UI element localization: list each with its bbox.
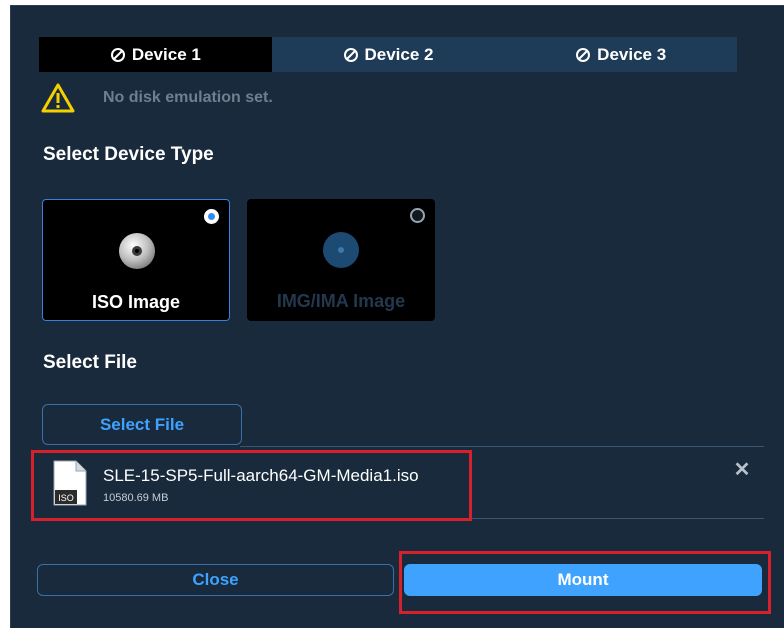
disk-icon (323, 232, 359, 268)
device-type-iso-image[interactable]: ISO Image (42, 199, 230, 321)
cd-disc-icon (119, 233, 155, 269)
radio-unselected[interactable] (410, 208, 425, 223)
prohibited-icon (576, 47, 591, 62)
warning-message: No disk emulation set. (41, 83, 273, 113)
file-highlight-box (31, 450, 472, 521)
select-file-button[interactable]: Select File (42, 404, 242, 445)
tab-device-1[interactable]: Device 1 (39, 37, 272, 72)
tab-label: Device 3 (597, 44, 667, 64)
tab-label: Device 1 (131, 44, 201, 64)
device-tabs: Device 1 Device 2 Device 3 (39, 37, 738, 72)
tab-device-2[interactable]: Device 2 (271, 37, 505, 72)
divider (466, 518, 764, 519)
radio-selected[interactable] (204, 209, 219, 224)
close-icon[interactable]: ✕ (733, 460, 751, 480)
device-type-label: ISO Image (91, 292, 181, 312)
tab-device-3[interactable]: Device 3 (504, 37, 738, 72)
close-button[interactable]: Close (37, 564, 394, 596)
select-file-heading: Select File (43, 352, 137, 373)
warning-text: No disk emulation set. (103, 89, 273, 106)
prohibited-icon (343, 47, 358, 62)
prohibited-icon (110, 47, 125, 62)
tab-label: Device 2 (364, 44, 434, 64)
device-type-label: IMG/IMA Image (276, 291, 406, 311)
select-device-type-heading: Select Device Type (43, 144, 214, 165)
divider (240, 446, 764, 447)
mount-highlight-box (399, 551, 771, 614)
warning-triangle-icon (41, 83, 75, 113)
device-type-img-ima-image[interactable]: IMG/IMA Image (247, 199, 435, 321)
